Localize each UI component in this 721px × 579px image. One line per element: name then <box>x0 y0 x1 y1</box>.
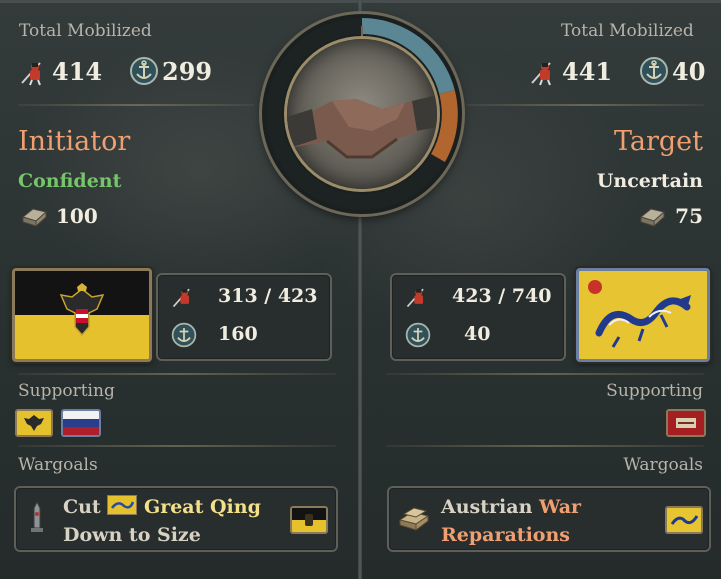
left-supporting-label: Supporting <box>18 381 115 401</box>
left-navy-total: 299 <box>162 57 213 86</box>
right-navy-total: 40 <box>672 57 706 86</box>
wargoal-holder-austria-flag[interactable] <box>290 506 328 534</box>
wargoal-type-b: Reparations <box>441 524 570 546</box>
soldier-icon <box>528 57 558 87</box>
left-army-ratio: 313 / 423 <box>218 285 318 307</box>
soldier-icon <box>404 284 430 310</box>
left-stance: Confident <box>18 170 122 192</box>
right-wargoals-label: Wargoals <box>623 455 703 475</box>
left-separator-1 <box>18 104 254 106</box>
left-wargoal-text: Cut Great Qing Down to Size <box>63 493 273 549</box>
left-war-support: 100 <box>56 204 98 228</box>
wargoal-type-a: War <box>539 496 582 518</box>
right-total-mobilized-label: Total Mobilized <box>561 21 694 41</box>
right-role-title: Target <box>613 126 703 157</box>
austria-flag[interactable] <box>12 268 152 362</box>
right-supporting-label: Supporting <box>606 381 703 401</box>
right-stance: Uncertain <box>596 170 703 192</box>
soldier-icon <box>18 57 48 87</box>
supporter-flag-austrian[interactable] <box>15 409 53 437</box>
right-army-ratio: 423 / 740 <box>452 285 552 307</box>
right-separator-3 <box>386 445 704 447</box>
right-navy-count: 40 <box>464 323 491 345</box>
wargoal-holder-qing-flag[interactable] <box>665 506 703 534</box>
qing-flag[interactable] <box>576 268 710 362</box>
anchor-wreath-icon <box>128 55 160 87</box>
ledger-icon <box>638 203 666 229</box>
left-force-panel: 313 / 423 160 <box>156 273 332 361</box>
right-army-total: 441 <box>562 57 613 86</box>
supporter-flag-russia[interactable] <box>61 409 101 437</box>
left-navy-count: 160 <box>218 323 258 345</box>
ledger-icon <box>20 203 48 229</box>
wargoal-verb: Cut <box>63 496 101 518</box>
anchor-wreath-icon <box>638 55 670 87</box>
soldier-icon <box>170 284 196 310</box>
right-wargoal-card[interactable]: Austrian War Reparations <box>387 486 711 552</box>
left-separator-2 <box>18 373 336 375</box>
right-war-support: 75 <box>675 204 703 228</box>
wargoal-target: Great Qing <box>143 496 261 518</box>
right-separator-2 <box>386 373 704 375</box>
inline-qing-flag-icon <box>107 495 138 515</box>
wargoal-tail: Down to Size <box>63 524 201 546</box>
right-force-panel: 423 / 740 40 <box>390 273 566 361</box>
double-eagle-emblem <box>59 283 105 337</box>
anchor-wreath-icon <box>404 321 432 349</box>
left-army-total: 414 <box>52 57 103 86</box>
reparations-icon <box>397 502 431 532</box>
left-wargoal-card[interactable]: Cut Great Qing Down to Size <box>14 486 338 552</box>
supporter-flag-red[interactable] <box>666 409 706 437</box>
left-total-mobilized-label: Total Mobilized <box>19 21 152 41</box>
right-separator-1 <box>466 104 704 106</box>
diplomatic-play-panel: Total Mobilized 414 299 Initiator Confid… <box>0 0 721 579</box>
left-role-title: Initiator <box>18 126 131 157</box>
right-wargoal-text: Austrian War Reparations <box>441 493 651 549</box>
obelisk-icon <box>26 500 48 536</box>
left-wargoals-label: Wargoals <box>18 455 98 475</box>
ring-segment-orange <box>430 90 458 162</box>
handshake-icon <box>287 39 437 189</box>
wargoal-owner: Austrian <box>441 496 533 518</box>
left-separator-3 <box>18 445 336 447</box>
anchor-wreath-icon <box>170 321 198 349</box>
